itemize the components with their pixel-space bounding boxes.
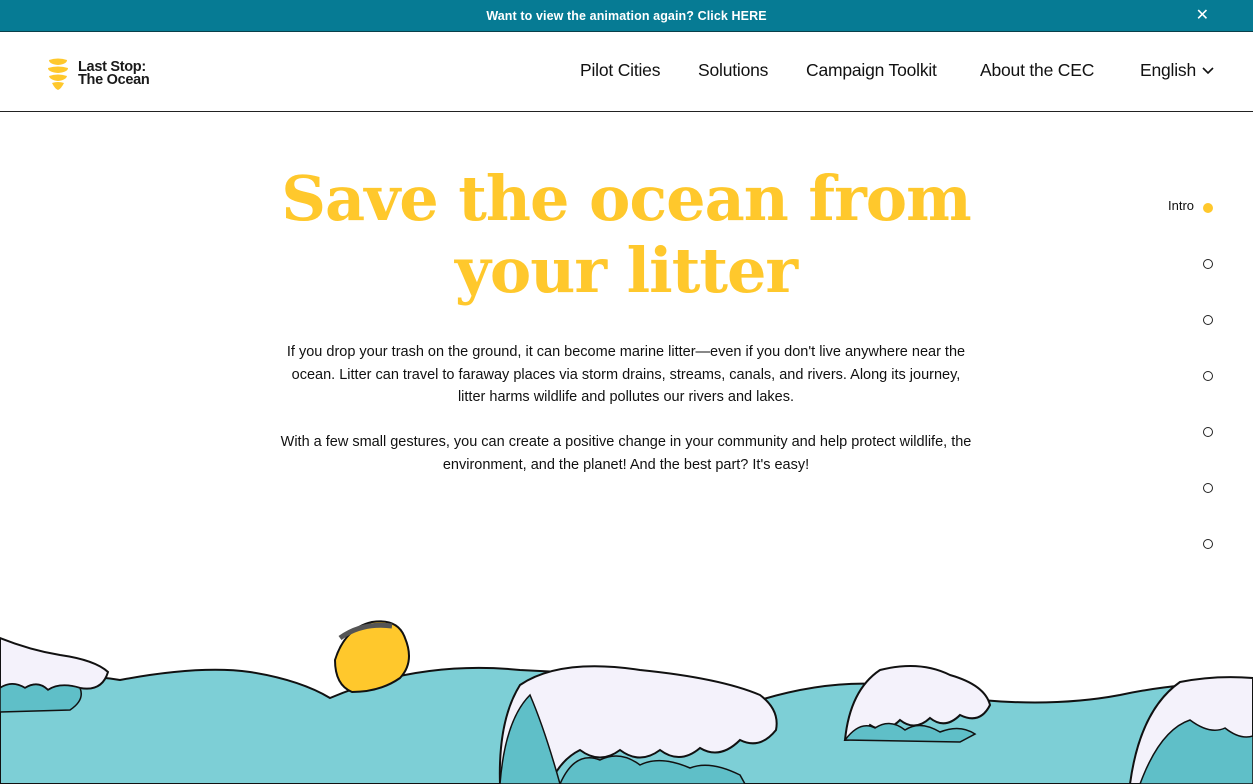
section-dot-2[interactable] <box>1203 259 1213 269</box>
main-nav: Pilot Cities Solutions Campaign Toolkit … <box>0 60 1253 84</box>
section-dot-4[interactable] <box>1203 371 1213 381</box>
intro-paragraph-2: With a few small gestures, you can creat… <box>280 434 972 473</box>
language-label: English <box>1140 60 1196 80</box>
section-label-intro: Intro <box>1167 198 1194 213</box>
section-dot-nav: Intro <box>1113 198 1213 558</box>
section-dot-1[interactable] <box>1203 203 1213 213</box>
nav-solutions[interactable]: Solutions <box>698 60 768 81</box>
ocean-waves-illustration <box>0 620 1253 784</box>
replay-animation-link[interactable]: Want to view the animation again? Click … <box>486 9 766 23</box>
title-line-2: your litter <box>454 234 798 307</box>
section-dot-6[interactable] <box>1203 483 1213 493</box>
section-dot-7[interactable] <box>1203 539 1213 549</box>
section-dot-3[interactable] <box>1203 315 1213 325</box>
site-header: Last Stop: The Ocean Pilot Cities Soluti… <box>0 32 1253 112</box>
chevron-down-icon <box>1202 66 1214 74</box>
page-title: Save the ocean from your litter <box>176 163 1076 307</box>
nav-about-cec[interactable]: About the CEC <box>980 60 1094 81</box>
title-line-1: Save the ocean from <box>281 162 971 235</box>
animation-banner: Want to view the animation again? Click … <box>0 0 1253 32</box>
close-icon[interactable]: ✕ <box>1196 6 1209 24</box>
language-selector[interactable]: English <box>1140 60 1214 81</box>
nav-pilot-cities[interactable]: Pilot Cities <box>580 60 660 81</box>
section-dot-5[interactable] <box>1203 427 1213 437</box>
nav-campaign-toolkit[interactable]: Campaign Toolkit <box>806 60 937 81</box>
intro-paragraph-1: If you drop your trash on the ground, it… <box>286 344 966 405</box>
